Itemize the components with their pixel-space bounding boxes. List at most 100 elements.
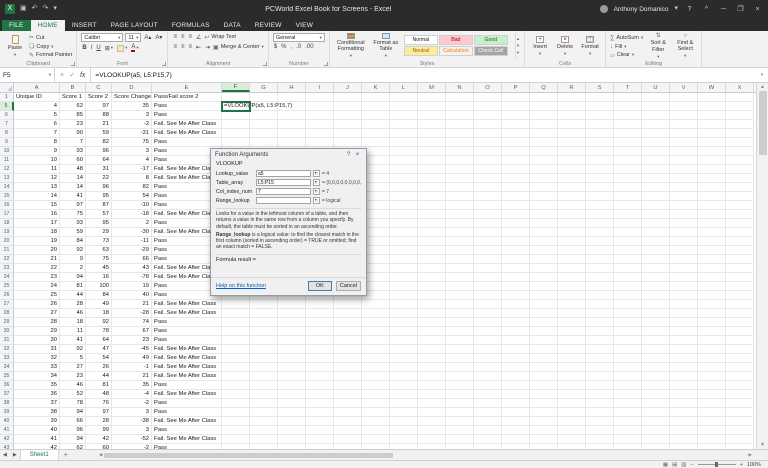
cell-F7[interactable] (222, 120, 250, 129)
undo-icon[interactable]: ↶ (32, 4, 38, 14)
cell-B33[interactable]: 5 (60, 354, 86, 363)
cell-style-bad[interactable]: Bad (439, 35, 473, 45)
cell-W18[interactable] (698, 219, 726, 228)
cell-L31[interactable] (390, 336, 418, 345)
cell-F5[interactable]: =VLOOKUP(a5, L5:P15,7) (222, 102, 250, 111)
cell-I28[interactable] (306, 309, 334, 318)
font-dialog-launcher-icon[interactable] (162, 62, 166, 66)
cell-X26[interactable] (726, 291, 754, 300)
cell-C22[interactable]: 75 (86, 255, 112, 264)
cell-T7[interactable] (614, 120, 642, 129)
cell-X37[interactable] (726, 390, 754, 399)
cell-S19[interactable] (586, 228, 614, 237)
cell-N6[interactable] (446, 111, 474, 120)
cell-X29[interactable] (726, 318, 754, 327)
cell-V10[interactable] (670, 147, 698, 156)
cell-S43[interactable] (586, 444, 614, 449)
cell-J30[interactable] (334, 327, 362, 336)
cell-L15[interactable] (390, 192, 418, 201)
next-sheet-icon[interactable]: ▶ (10, 452, 20, 458)
cell-S26[interactable] (586, 291, 614, 300)
cell-D1[interactable]: Score Change (112, 93, 152, 102)
cell-J35[interactable] (334, 372, 362, 381)
cell-L30[interactable] (390, 327, 418, 336)
cell-B22[interactable]: 9 (60, 255, 86, 264)
cell-R37[interactable] (558, 390, 586, 399)
cell-C30[interactable]: 78 (86, 327, 112, 336)
cell-K40[interactable] (362, 417, 390, 426)
cell-D13[interactable]: 8 (112, 174, 152, 183)
cell-G9[interactable] (250, 138, 278, 147)
cell-V25[interactable] (670, 282, 698, 291)
help-on-function-link[interactable]: Help on this function (216, 283, 304, 289)
cell-L36[interactable] (390, 381, 418, 390)
row-header-11[interactable]: 11 (0, 156, 14, 165)
cell-U14[interactable] (642, 183, 670, 192)
cell-S14[interactable] (586, 183, 614, 192)
cell-R8[interactable] (558, 129, 586, 138)
cell-K1[interactable] (362, 93, 390, 102)
cell-K27[interactable] (362, 300, 390, 309)
cell-X28[interactable] (726, 309, 754, 318)
cell-E6[interactable]: Pass (152, 111, 222, 120)
cell-M32[interactable] (418, 345, 446, 354)
cell-J27[interactable] (334, 300, 362, 309)
cell-F29[interactable] (222, 318, 250, 327)
cell-I41[interactable] (306, 426, 334, 435)
cell-O27[interactable] (474, 300, 502, 309)
cell-V32[interactable] (670, 345, 698, 354)
cell-K32[interactable] (362, 345, 390, 354)
cell-P21[interactable] (502, 246, 530, 255)
cell-D21[interactable]: -29 (112, 246, 152, 255)
range-picker-icon[interactable] (313, 179, 320, 186)
cell-W16[interactable] (698, 201, 726, 210)
cell-B17[interactable]: 75 (60, 210, 86, 219)
cell-L21[interactable] (390, 246, 418, 255)
cell-B37[interactable]: 52 (60, 390, 86, 399)
row-header-10[interactable]: 10 (0, 147, 14, 156)
cell-L25[interactable] (390, 282, 418, 291)
cell-J39[interactable] (334, 408, 362, 417)
cell-E42[interactable]: Fail. See Me After Class (152, 435, 222, 444)
font-name-select[interactable]: Calibri ▾ (81, 33, 123, 42)
cell-X21[interactable] (726, 246, 754, 255)
cell-N11[interactable] (446, 156, 474, 165)
cell-style-neutral[interactable]: Neutral (404, 46, 438, 56)
cell-M21[interactable] (418, 246, 446, 255)
cell-B26[interactable]: 44 (60, 291, 86, 300)
cell-D6[interactable]: 3 (112, 111, 152, 120)
sheet-tab-sheet1[interactable]: Sheet1 (20, 450, 59, 460)
format-as-table-button[interactable]: Format as Table ▾ (371, 33, 401, 59)
cell-R22[interactable] (558, 255, 586, 264)
cell-O37[interactable] (474, 390, 502, 399)
cell-N29[interactable] (446, 318, 474, 327)
cell-F32[interactable] (222, 345, 250, 354)
cell-M37[interactable] (418, 390, 446, 399)
cell-W14[interactable] (698, 183, 726, 192)
cell-C29[interactable]: 92 (86, 318, 112, 327)
cell-X18[interactable] (726, 219, 754, 228)
cell-P30[interactable] (502, 327, 530, 336)
cell-B5[interactable]: 62 (60, 102, 86, 111)
cell-V40[interactable] (670, 417, 698, 426)
row-header-27[interactable]: 27 (0, 300, 14, 309)
cell-R23[interactable] (558, 264, 586, 273)
cell-J31[interactable] (334, 336, 362, 345)
cell-S21[interactable] (586, 246, 614, 255)
cell-D5[interactable]: 35 (112, 102, 152, 111)
cell-I39[interactable] (306, 408, 334, 417)
cell-P38[interactable] (502, 399, 530, 408)
cell-E33[interactable]: Fail. See Me After Class (152, 354, 222, 363)
cell-N8[interactable] (446, 129, 474, 138)
vertical-scroll-thumb[interactable] (759, 91, 767, 155)
cell-J40[interactable] (334, 417, 362, 426)
cell-D15[interactable]: 54 (112, 192, 152, 201)
cell-A42[interactable]: 41 (14, 435, 60, 444)
cell-E39[interactable]: Pass (152, 408, 222, 417)
cell-N42[interactable] (446, 435, 474, 444)
cell-T36[interactable] (614, 381, 642, 390)
cell-O9[interactable] (474, 138, 502, 147)
cell-C14[interactable]: 96 (86, 183, 112, 192)
cell-C32[interactable]: 47 (86, 345, 112, 354)
cell-E34[interactable]: Fail. See Me After Class (152, 363, 222, 372)
